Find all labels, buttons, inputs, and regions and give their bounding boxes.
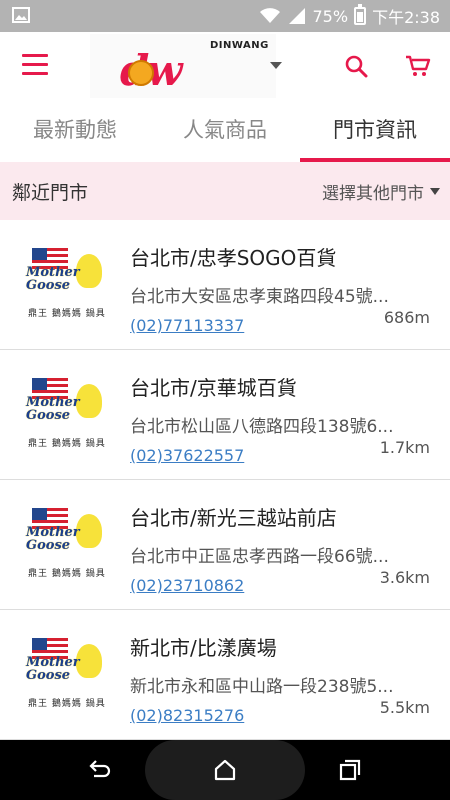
- brand-dropdown-icon[interactable]: [270, 62, 282, 69]
- nearby-stores-header: 鄰近門市 選擇其他門市: [0, 162, 450, 220]
- store-address: 台北市大安區忠孝東路四段45號...: [130, 287, 389, 307]
- back-icon[interactable]: [88, 758, 112, 782]
- store-phone-link[interactable]: (02)23710862: [130, 576, 244, 595]
- menu-icon[interactable]: [22, 54, 48, 76]
- logo-subtitle: 鼎王 鵝媽媽 鍋具: [28, 439, 106, 449]
- signal-icon: [288, 8, 305, 24]
- select-other-store-button[interactable]: 選擇其他門市: [322, 179, 440, 204]
- store-item[interactable]: Mother Goose 鼎王 鵝媽媽 鍋具 台北市/新光三越站前店 台北市中正區…: [0, 480, 450, 610]
- status-time: 下午2:38: [372, 8, 440, 27]
- image-notification-icon: [12, 7, 30, 23]
- cart-icon[interactable]: [405, 54, 431, 78]
- store-phone-link[interactable]: (02)82315276: [130, 706, 244, 725]
- select-other-label: 選擇其他門市: [322, 184, 424, 204]
- mother-goose-logo: Mother Goose 鼎王 鵝媽媽 鍋具: [24, 508, 106, 580]
- logo-subtitle: 鼎王 鵝媽媽 鍋具: [28, 699, 106, 709]
- store-phone-link[interactable]: (02)37622557: [130, 446, 244, 465]
- tab-latest-news[interactable]: 最新動態: [0, 100, 150, 162]
- logo-brand-name: DINWANG: [210, 40, 269, 51]
- store-distance: 1.7km: [379, 438, 430, 457]
- store-name: 台北市/新光三越站前店: [130, 506, 337, 530]
- store-phone-link[interactable]: (02)77113337: [130, 316, 244, 335]
- tab-store-info[interactable]: 門市資訊: [300, 100, 450, 162]
- store-name: 台北市/京華城百貨: [130, 376, 297, 400]
- logo-subtitle: 鼎王 鵝媽媽 鍋具: [28, 309, 106, 319]
- store-name: 台北市/忠孝SOGO百貨: [130, 246, 337, 270]
- store-item[interactable]: Mother Goose 鼎王 鵝媽媽 鍋具 新北市/比漾廣場 新北市永和區中山路…: [0, 610, 450, 740]
- battery-icon: [354, 4, 367, 25]
- logo-subtitle: 鼎王 鵝媽媽 鍋具: [28, 569, 106, 579]
- logo-line-goose: Goose: [26, 538, 71, 553]
- lion-icon: [128, 60, 154, 86]
- tab-bar: 最新動態 人氣商品 門市資訊: [0, 100, 450, 162]
- mother-goose-logo: Mother Goose 鼎王 鵝媽媽 鍋具: [24, 248, 106, 320]
- home-icon[interactable]: [213, 758, 237, 782]
- store-address: 台北市中正區忠孝西路一段66號...: [130, 547, 389, 567]
- recent-apps-icon[interactable]: [338, 758, 362, 782]
- store-item[interactable]: Mother Goose 鼎王 鵝媽媽 鍋具 台北市/京華城百貨 台北市松山區八德…: [0, 350, 450, 480]
- app-header: dw DINWANG: [0, 32, 450, 100]
- battery-percent: 75%: [312, 6, 349, 26]
- nearby-title: 鄰近門市: [12, 182, 89, 204]
- tab-popular-products[interactable]: 人氣商品: [150, 100, 300, 162]
- store-address: 台北市松山區八德路四段138號6...: [130, 417, 394, 437]
- dropdown-arrow-icon: [430, 188, 440, 195]
- wifi-icon: [259, 8, 280, 23]
- store-list: Mother Goose 鼎王 鵝媽媽 鍋具 台北市/忠孝SOGO百貨 台北市大安…: [0, 220, 450, 740]
- brand-logo[interactable]: dw DINWANG: [90, 34, 276, 98]
- store-distance: 3.6km: [379, 568, 430, 587]
- search-icon[interactable]: [344, 54, 368, 78]
- store-distance: 686m: [383, 308, 430, 327]
- mother-goose-logo: Mother Goose 鼎王 鵝媽媽 鍋具: [24, 638, 106, 710]
- logo-line-goose: Goose: [26, 408, 71, 423]
- logo-line-goose: Goose: [26, 278, 71, 293]
- status-right: 75% 下午2:38: [259, 0, 440, 32]
- store-item[interactable]: Mother Goose 鼎王 鵝媽媽 鍋具 台北市/忠孝SOGO百貨 台北市大安…: [0, 220, 450, 350]
- status-bar: 75% 下午2:38: [0, 0, 450, 32]
- logo-line-goose: Goose: [26, 668, 71, 683]
- store-distance: 5.5km: [379, 698, 430, 717]
- mother-goose-logo: Mother Goose 鼎王 鵝媽媽 鍋具: [24, 378, 106, 450]
- store-address: 新北市永和區中山路一段238號5...: [130, 677, 394, 697]
- store-name: 新北市/比漾廣場: [130, 636, 277, 660]
- system-nav-bar: [0, 740, 450, 800]
